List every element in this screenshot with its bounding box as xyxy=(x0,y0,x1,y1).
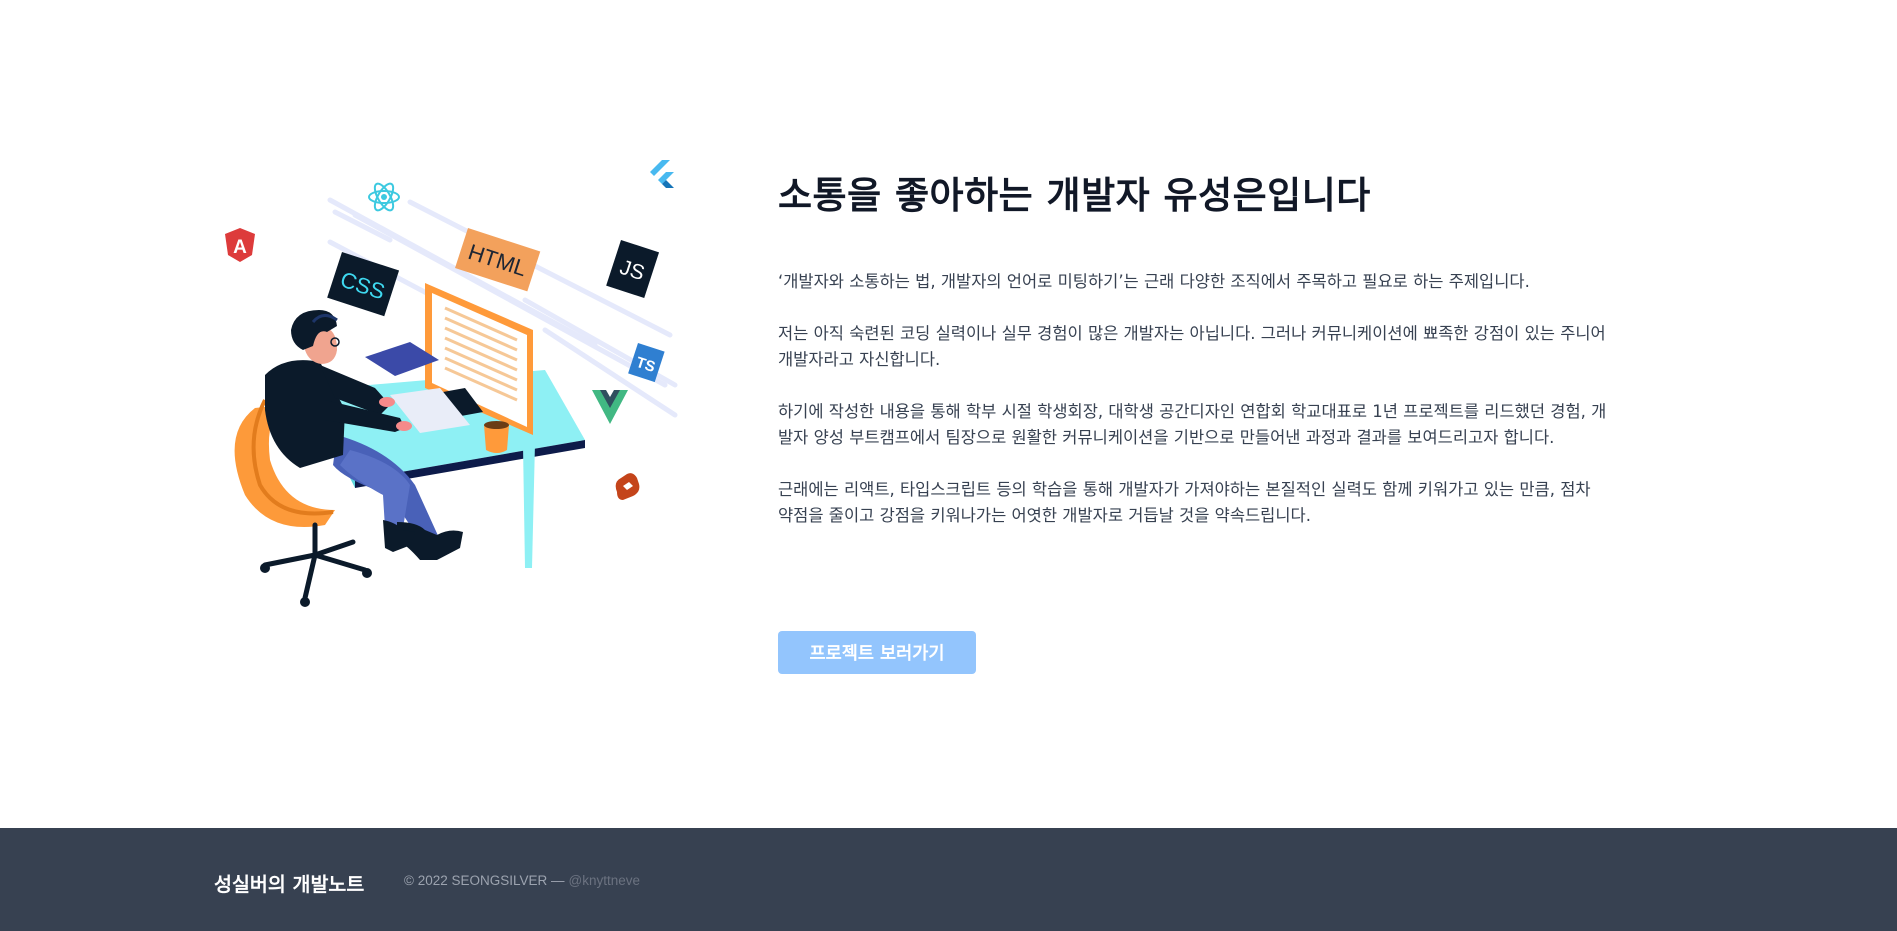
page-title: 소통을 좋아하는 개발자 유성은입니다 xyxy=(778,174,1371,217)
angular-icon: A xyxy=(225,228,255,262)
hero-section: A CSS HTML JS TS 소통을 좋아하는 개발자 유성은입니다 ‘개발… xyxy=(0,0,1897,828)
developer-illustration: A CSS HTML JS TS xyxy=(225,160,678,607)
copyright-text: © 2022 SEONGSILVER — xyxy=(404,873,565,888)
flutter-icon xyxy=(650,160,674,188)
coffee-cup xyxy=(484,421,509,453)
view-projects-button[interactable]: 프로젝트 보러가기 xyxy=(778,631,976,674)
vue-icon xyxy=(592,390,628,424)
svg-text:A: A xyxy=(233,237,247,258)
footer-handle-link[interactable]: @knyttneve xyxy=(569,873,641,888)
footer-copyright: © 2022 SEONGSILVER — @knyttneve xyxy=(404,873,640,888)
intro-paragraph-4: 근래에는 리액트, 타입스크립트 등의 학습을 통해 개발자가 가져야하는 본질… xyxy=(778,480,1591,525)
html-badge: HTML xyxy=(455,228,541,292)
react-icon xyxy=(368,182,400,212)
intro-content: 소통을 좋아하는 개발자 유성은입니다 ‘개발자와 소통하는 법, 개발자의 언… xyxy=(778,170,1608,529)
intro-paragraph-2: 저는 아직 숙련된 코딩 실력이나 실무 경험이 많은 개발자는 아닙니다. 그… xyxy=(778,324,1606,369)
intro-paragraph-3: 하기에 작성한 내용을 통해 학부 시절 학생회장, 대학생 공간디자인 연합회… xyxy=(778,402,1607,447)
intro-paragraph-1: ‘개발자와 소통하는 법, 개발자의 언어로 미팅하기’는 근래 다양한 조직에… xyxy=(778,272,1530,291)
footer: 성실버의 개발노트 © 2022 SEONGSILVER — @knyttneve xyxy=(0,828,1897,931)
svelte-icon xyxy=(615,473,640,500)
js-badge: JS xyxy=(606,239,660,299)
css-badge: CSS xyxy=(327,252,400,317)
footer-brand[interactable]: 성실버의 개발노트 xyxy=(214,868,364,897)
